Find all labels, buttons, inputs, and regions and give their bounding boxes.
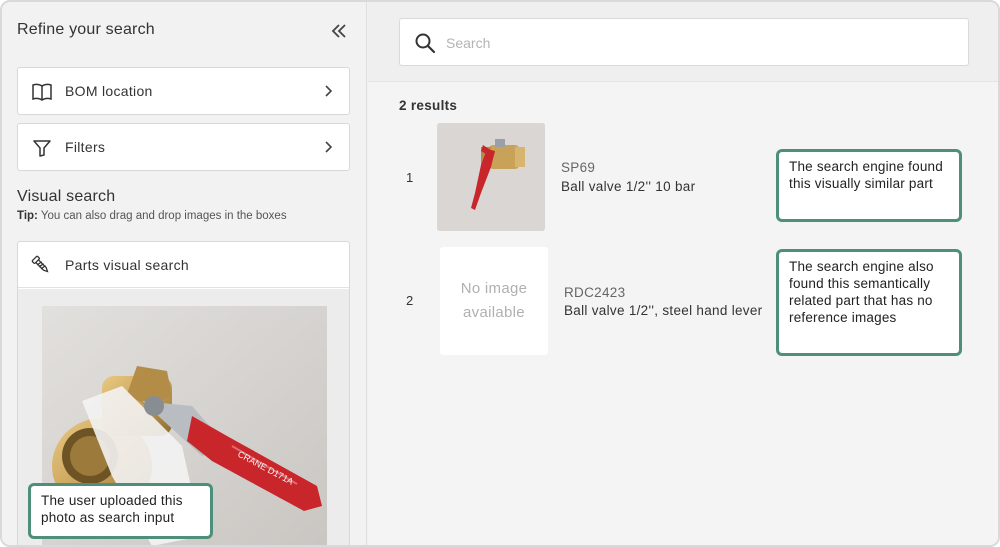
uploaded-photo-callout: The user uploaded this photo as search i… — [28, 483, 213, 539]
search-icon — [415, 33, 436, 54]
filters-label: Filters — [65, 139, 106, 155]
result-index: 1 — [406, 170, 414, 185]
chevron-right-icon — [325, 141, 333, 153]
app-window: Refine your search BOM location Filters — [0, 0, 1000, 547]
result-thumbnail-placeholder: No image available — [440, 247, 548, 355]
results-count: 2 results — [399, 98, 458, 113]
bom-location-label: BOM location — [65, 83, 153, 99]
visual-search-heading: Visual search — [17, 188, 116, 205]
parts-visual-search-header[interactable]: Parts visual search — [18, 242, 349, 288]
result-thumbnail — [437, 123, 545, 231]
search-bar — [368, 2, 998, 82]
parts-visual-search-label: Parts visual search — [65, 257, 189, 273]
results-pane: 2 results 1 SP69 Ball valve 1/2'' 10 bar… — [368, 2, 998, 545]
red-handle-ball-valve-thumb — [437, 123, 545, 231]
tip-text: You can also drag and drop images in the… — [37, 210, 287, 222]
no-image-text: No image available — [440, 247, 548, 355]
search-input[interactable] — [446, 29, 946, 57]
no-image-label: No image available — [460, 280, 528, 321]
filter-icon — [33, 140, 51, 157]
result-part-code: RDC2423 — [564, 285, 626, 300]
semantic-match-callout: The search engine also found this semant… — [776, 249, 962, 356]
refine-sidebar: Refine your search BOM location Filters — [2, 2, 367, 545]
book-icon — [32, 83, 52, 101]
bom-location-button[interactable]: BOM location — [17, 67, 350, 115]
sidebar-title: Refine your search — [17, 21, 155, 38]
collapse-sidebar-button[interactable] — [328, 20, 350, 42]
result-part-code: SP69 — [561, 160, 596, 175]
visual-search-tip: Tip: You can also drag and drop images i… — [17, 210, 287, 222]
double-chevron-left-icon — [331, 24, 346, 38]
result-part-name: Ball valve 1/2'', steel hand lever — [564, 303, 763, 318]
result-index: 2 — [406, 293, 414, 308]
tip-label: Tip: — [17, 210, 38, 222]
screw-icon — [31, 255, 49, 273]
search-box[interactable] — [399, 18, 969, 66]
result-part-name: Ball valve 1/2'' 10 bar — [561, 179, 696, 194]
visual-match-callout: The search engine found this visually si… — [776, 149, 962, 222]
filters-button[interactable]: Filters — [17, 123, 350, 171]
chevron-right-icon — [325, 85, 333, 97]
